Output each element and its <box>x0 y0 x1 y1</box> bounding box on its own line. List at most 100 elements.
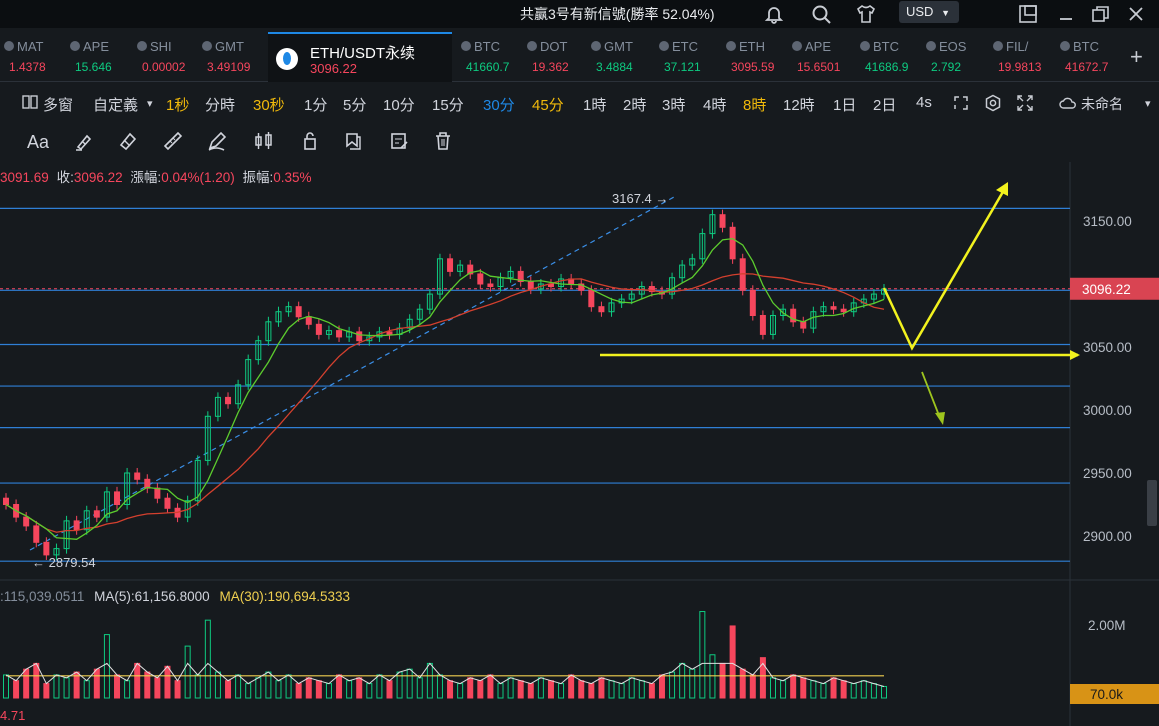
interval-13[interactable]: 8時 <box>743 94 766 115</box>
coin-icon <box>461 41 471 51</box>
interval-7[interactable]: 30分 <box>483 94 515 115</box>
ticker-price: 41660.7 <box>466 60 510 74</box>
custom-interval-button[interactable]: 自定義 <box>93 94 138 115</box>
top-bar: 共赢3号有新信號(勝率 52.04%) USD ▼ <box>0 0 1159 28</box>
ticker-tab-12[interactable]: FIL/19.9813 <box>993 38 1055 78</box>
volume-bar <box>325 683 332 699</box>
bell-icon[interactable] <box>763 3 785 25</box>
signal-promo[interactable]: 共赢3号有新信號(勝率 52.04%) <box>520 4 714 24</box>
volume-bar <box>881 685 887 699</box>
ticker-tab-10[interactable]: BTC 41686.9 <box>860 38 922 78</box>
volume-bar <box>315 680 322 699</box>
currency-select[interactable]: USD ▼ <box>899 1 959 23</box>
popout-icon[interactable] <box>1017 3 1039 25</box>
ticker-tab-4[interactable]: BTC 41660.7 <box>461 38 523 78</box>
interval-2[interactable]: 30秒 <box>253 94 285 115</box>
volume-bar <box>558 683 565 699</box>
volume-bar <box>235 674 242 699</box>
multi-window-button[interactable]: 多窗 <box>43 94 73 115</box>
interval-4[interactable]: 5分 <box>343 94 366 115</box>
coin-icon <box>860 41 870 51</box>
settings-hex-icon[interactable] <box>984 94 1002 112</box>
volume-bar <box>416 677 423 699</box>
volume-bar <box>174 680 181 699</box>
ticker-tab-11[interactable]: EOS 2.792 <box>926 38 988 78</box>
ticker-tab-5[interactable]: DOT 19.362 <box>527 38 589 78</box>
volume-bar <box>820 683 827 699</box>
ticker-tab-6[interactable]: GMT 3.4884 <box>591 38 653 78</box>
ticker-tab-9[interactable]: APE 15.6501 <box>792 38 854 78</box>
volume-bar <box>83 680 90 699</box>
coin-icon <box>527 41 537 51</box>
interval-15[interactable]: 1日 <box>833 94 856 115</box>
volume-bar <box>356 677 363 699</box>
ticker-tab-3[interactable]: GMT 3.49109 <box>202 38 264 78</box>
volume-bar <box>23 668 30 699</box>
search-icon[interactable] <box>810 3 832 25</box>
volume-bar <box>436 674 443 699</box>
interval-0[interactable]: 1秒 <box>166 94 189 115</box>
candle-body <box>225 396 232 405</box>
trash-icon[interactable] <box>431 130 455 154</box>
volume-bar <box>114 674 121 699</box>
highlighter-icon[interactable] <box>72 130 96 154</box>
ticker-tab-2[interactable]: SHI 0.00002 <box>137 38 199 78</box>
ticker-tab-0[interactable]: MAT 1.4378 <box>4 38 66 78</box>
restore-icon[interactable] <box>1089 3 1111 25</box>
ticker-tab-8[interactable]: ETH 3095.59 <box>726 38 788 78</box>
tab-eth-usdt-perp[interactable]: ETH/USDT永续 3096.22 <box>268 32 452 82</box>
interval-10[interactable]: 2時 <box>623 94 646 115</box>
pen-icon[interactable] <box>205 130 229 154</box>
interval-9[interactable]: 1時 <box>583 94 606 115</box>
eraser-icon[interactable] <box>116 130 140 154</box>
volume-bar <box>689 668 696 699</box>
ticker-price: 41672.7 <box>1065 60 1109 74</box>
ticker-tab-7[interactable]: ETC 37.121 <box>659 38 721 78</box>
add-tab-icon[interactable]: + <box>1130 44 1143 70</box>
ticker-price: 19.362 <box>532 60 569 74</box>
interval-3[interactable]: 1分 <box>304 94 327 115</box>
ticker-symbol: BTC <box>1073 39 1099 54</box>
volume-bar <box>447 680 454 699</box>
ticker-tab-1[interactable]: APE 15.646 <box>70 38 132 78</box>
select-region-icon[interactable] <box>952 94 970 112</box>
shirt-icon[interactable] <box>855 3 877 25</box>
arrow-head <box>1070 350 1080 360</box>
ruler-icon[interactable] <box>161 130 185 154</box>
candle-body <box>3 497 9 506</box>
ticker-price: 2.792 <box>931 60 962 74</box>
interval-8[interactable]: 45分 <box>532 94 564 115</box>
text-tool[interactable]: Aa <box>26 130 50 154</box>
volume-bar <box>346 680 353 699</box>
price-chart[interactable]: 3167.4 →← 2879.543150.003100.003050.0030… <box>0 162 1159 726</box>
ticker-tab-13[interactable]: BTC 41672.7 <box>1060 38 1122 78</box>
ticker-price: 15.646 <box>75 60 112 74</box>
cloud-icon[interactable] <box>1059 94 1077 112</box>
interval-16[interactable]: 2日 <box>873 94 896 115</box>
interval-14[interactable]: 12時 <box>783 94 815 115</box>
volume-bar <box>53 674 60 699</box>
interval-11[interactable]: 3時 <box>662 94 685 115</box>
price-tick: 3150.00 <box>1083 214 1132 229</box>
price-tick: 3000.00 <box>1083 403 1132 418</box>
volume-bar <box>305 677 312 699</box>
bookmark-icon[interactable] <box>341 130 365 154</box>
interval-17[interactable]: 4s <box>916 94 932 111</box>
ma5-line <box>5 237 885 540</box>
volume-bar <box>507 677 514 699</box>
layout-name-button[interactable]: 未命名 <box>1081 94 1123 114</box>
volume-bar <box>830 677 837 699</box>
interval-12[interactable]: 4時 <box>703 94 726 115</box>
minimize-icon[interactable] <box>1055 3 1077 25</box>
note-edit-icon[interactable] <box>387 130 411 154</box>
interval-6[interactable]: 15分 <box>432 94 464 115</box>
candle-body <box>154 487 161 499</box>
candles-icon[interactable] <box>252 130 276 154</box>
interval-1[interactable]: 分時 <box>205 94 235 115</box>
ticker-price: 15.6501 <box>797 60 841 74</box>
close-icon[interactable] <box>1125 3 1147 25</box>
lock-icon[interactable] <box>298 130 322 154</box>
interval-5[interactable]: 10分 <box>383 94 415 115</box>
volume-bar <box>780 680 787 699</box>
fullscreen-icon[interactable] <box>1016 94 1034 112</box>
